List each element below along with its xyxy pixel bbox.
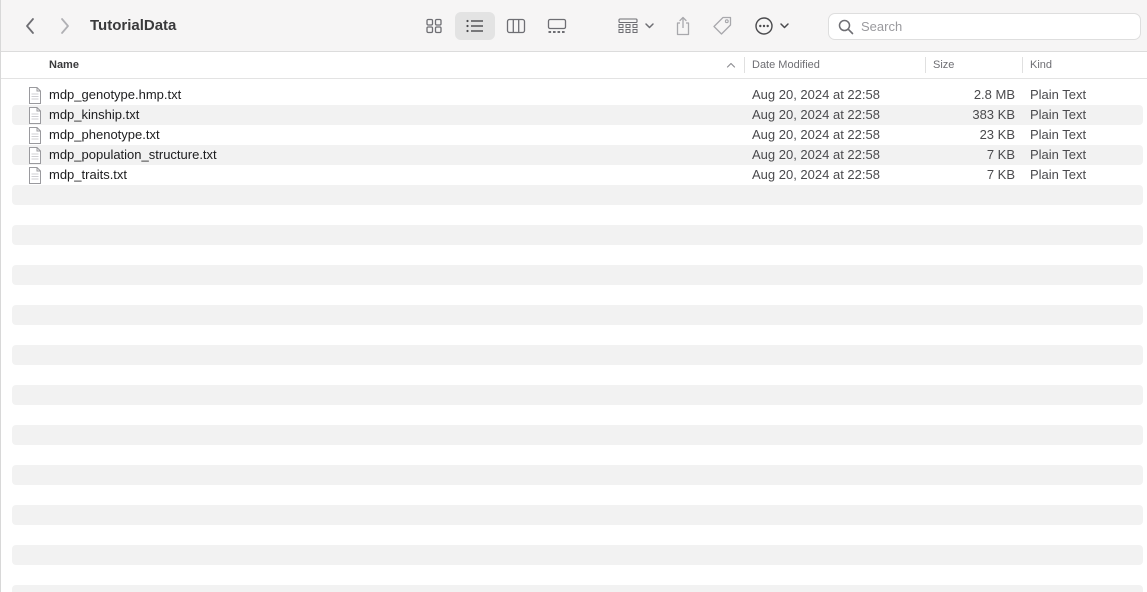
gallery-view-button[interactable] — [543, 12, 571, 40]
ellipsis-circle-icon — [755, 17, 789, 35]
file-row[interactable]: mdp_phenotype.txt Aug 20, 2024 at 22:58 … — [12, 125, 1143, 145]
text-file-icon — [29, 147, 41, 164]
file-kind: Plain Text — [1030, 167, 1087, 182]
empty-row — [12, 265, 1143, 285]
empty-row — [12, 325, 1143, 345]
window-title: TutorialData — [90, 17, 177, 34]
toolbar: TutorialData — [1, 0, 1147, 52]
column-view-icon — [506, 18, 526, 34]
file-name: mdp_population_structure.txt — [49, 147, 217, 162]
file-size: 7 KB — [986, 167, 1015, 182]
file-size: 23 KB — [979, 127, 1015, 142]
file-size: 2.8 MB — [973, 87, 1015, 102]
chevron-right-icon — [61, 18, 69, 34]
file-row[interactable]: mdp_kinship.txt Aug 20, 2024 at 22:58 38… — [12, 105, 1143, 125]
file-date: Aug 20, 2024 at 22:58 — [752, 167, 880, 182]
file-kind: Plain Text — [1030, 147, 1087, 162]
tag-icon — [713, 16, 732, 35]
empty-row — [12, 465, 1143, 485]
file-date: Aug 20, 2024 at 22:58 — [752, 87, 880, 102]
empty-row — [12, 385, 1143, 405]
file-size: 7 KB — [986, 147, 1015, 162]
file-kind: Plain Text — [1030, 87, 1087, 102]
search-input[interactable] — [857, 19, 1131, 34]
share-icon — [676, 16, 690, 36]
file-date: Aug 20, 2024 at 22:58 — [752, 147, 880, 162]
file-date: Aug 20, 2024 at 22:58 — [752, 107, 880, 122]
empty-row — [12, 285, 1143, 305]
finder-window: TutorialData Search Name Date Modified S… — [0, 0, 1147, 592]
file-list: mdp_genotype.hmp.txt Aug 20, 2024 at 22:… — [1, 85, 1147, 592]
file-size: 383 KB — [972, 107, 1015, 122]
column-view-button[interactable] — [502, 12, 530, 40]
forward-button[interactable] — [54, 12, 76, 40]
list-view-icon — [466, 19, 483, 33]
search-icon — [835, 19, 857, 35]
empty-row — [12, 245, 1143, 265]
file-kind: Plain Text — [1030, 127, 1087, 142]
empty-row — [12, 505, 1143, 525]
column-header-date[interactable]: Date Modified — [752, 52, 820, 78]
file-row[interactable]: mdp_population_structure.txt Aug 20, 202… — [12, 145, 1143, 165]
empty-row — [12, 405, 1143, 425]
file-row[interactable]: mdp_traits.txt Aug 20, 2024 at 22:58 7 K… — [12, 165, 1143, 185]
empty-row — [12, 365, 1143, 385]
chevron-left-icon — [26, 18, 34, 34]
empty-row — [12, 345, 1143, 365]
column-divider[interactable] — [1022, 57, 1023, 73]
text-file-icon — [29, 167, 41, 184]
column-divider[interactable] — [744, 57, 745, 73]
empty-row — [12, 585, 1143, 592]
file-name: mdp_phenotype.txt — [49, 127, 160, 142]
list-view-button[interactable] — [455, 12, 495, 40]
gallery-view-icon — [547, 18, 567, 33]
search-field[interactable] — [828, 13, 1141, 40]
icon-view-icon — [426, 18, 442, 34]
empty-row — [12, 205, 1143, 225]
empty-row — [12, 305, 1143, 325]
empty-row — [12, 485, 1143, 505]
text-file-icon — [29, 107, 41, 124]
empty-row — [12, 545, 1143, 565]
column-header-size[interactable]: Size — [933, 52, 954, 78]
text-file-icon — [29, 127, 41, 144]
column-header: Name Date Modified Size Kind — [1, 52, 1147, 79]
empty-row — [12, 445, 1143, 465]
file-date: Aug 20, 2024 at 22:58 — [752, 127, 880, 142]
file-name: mdp_genotype.hmp.txt — [49, 87, 182, 102]
empty-row — [12, 525, 1143, 545]
file-row[interactable]: mdp_genotype.hmp.txt Aug 20, 2024 at 22:… — [12, 85, 1143, 105]
column-divider[interactable] — [925, 57, 926, 73]
back-button[interactable] — [19, 12, 41, 40]
file-name: mdp_traits.txt — [49, 167, 128, 182]
empty-row — [12, 225, 1143, 245]
file-kind: Plain Text — [1030, 107, 1087, 122]
column-header-name[interactable]: Name — [49, 52, 79, 78]
file-name: mdp_kinship.txt — [49, 107, 140, 122]
text-file-icon — [29, 87, 41, 104]
empty-row — [12, 185, 1143, 205]
icon-view-button[interactable] — [420, 12, 448, 40]
more-actions-button[interactable] — [751, 12, 793, 40]
chevron-up-icon — [726, 62, 736, 68]
empty-row — [12, 425, 1143, 445]
group-button[interactable] — [614, 12, 658, 40]
column-header-kind[interactable]: Kind — [1030, 52, 1052, 78]
empty-row — [12, 565, 1143, 585]
group-icon — [618, 18, 654, 33]
share-button[interactable] — [671, 12, 695, 40]
tag-button[interactable] — [709, 12, 735, 40]
